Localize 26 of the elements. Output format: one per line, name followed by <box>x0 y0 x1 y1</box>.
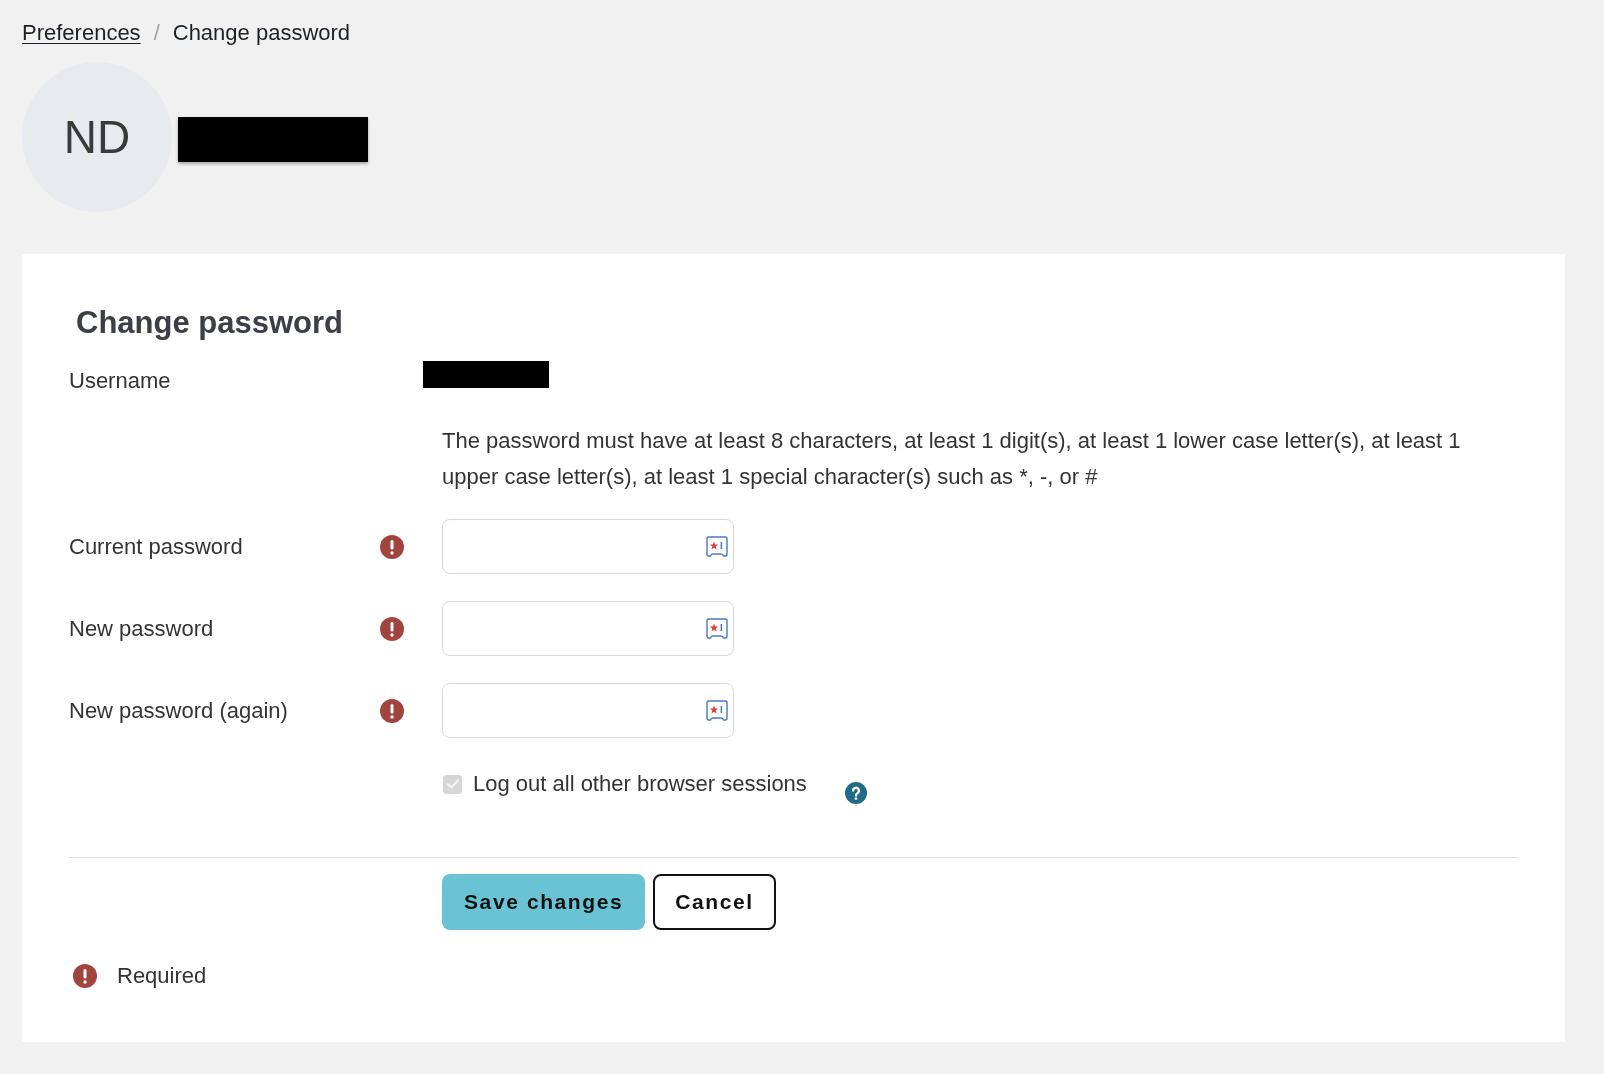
required-note: Required <box>117 962 207 990</box>
required-icon <box>380 616 404 641</box>
breadcrumb-separator: / <box>153 19 160 47</box>
save-button[interactable]: Save changes <box>442 874 646 930</box>
required-icon <box>380 534 404 559</box>
field-label: New password (again) <box>69 696 288 725</box>
breadcrumb-current: Change password <box>172 19 351 47</box>
check-icon <box>446 779 459 789</box>
required-icon <box>380 698 404 723</box>
form-heading: Change password <box>76 304 343 342</box>
password-rules-text: The password must have at least 8 characters, at least 1 digit(s), at least 1 lower case letter(s), at least 1 upper case letter(s), at least 1 special character(s) such as *, -, or # <box>442 427 1462 491</box>
password-field[interactable] <box>442 683 734 738</box>
breadcrumb-link[interactable]: Preferences <box>22 18 141 48</box>
asterisk-tag-icon[interactable] <box>706 700 728 721</box>
avatar-initials: ND <box>22 62 172 212</box>
field-label: Current password <box>69 532 243 561</box>
asterisk-tag-icon[interactable] <box>706 536 728 557</box>
asterisk-tag-icon[interactable] <box>706 618 728 639</box>
password-field[interactable] <box>442 601 734 656</box>
checkbox-label: Log out all other browser sessions <box>473 770 807 798</box>
help-icon[interactable] <box>844 782 867 804</box>
field-label: New password <box>69 614 214 643</box>
required-icon <box>73 964 97 988</box>
password-field[interactable] <box>442 519 734 574</box>
field-label: Username <box>69 368 171 393</box>
cancel-button[interactable]: Cancel <box>653 874 776 930</box>
